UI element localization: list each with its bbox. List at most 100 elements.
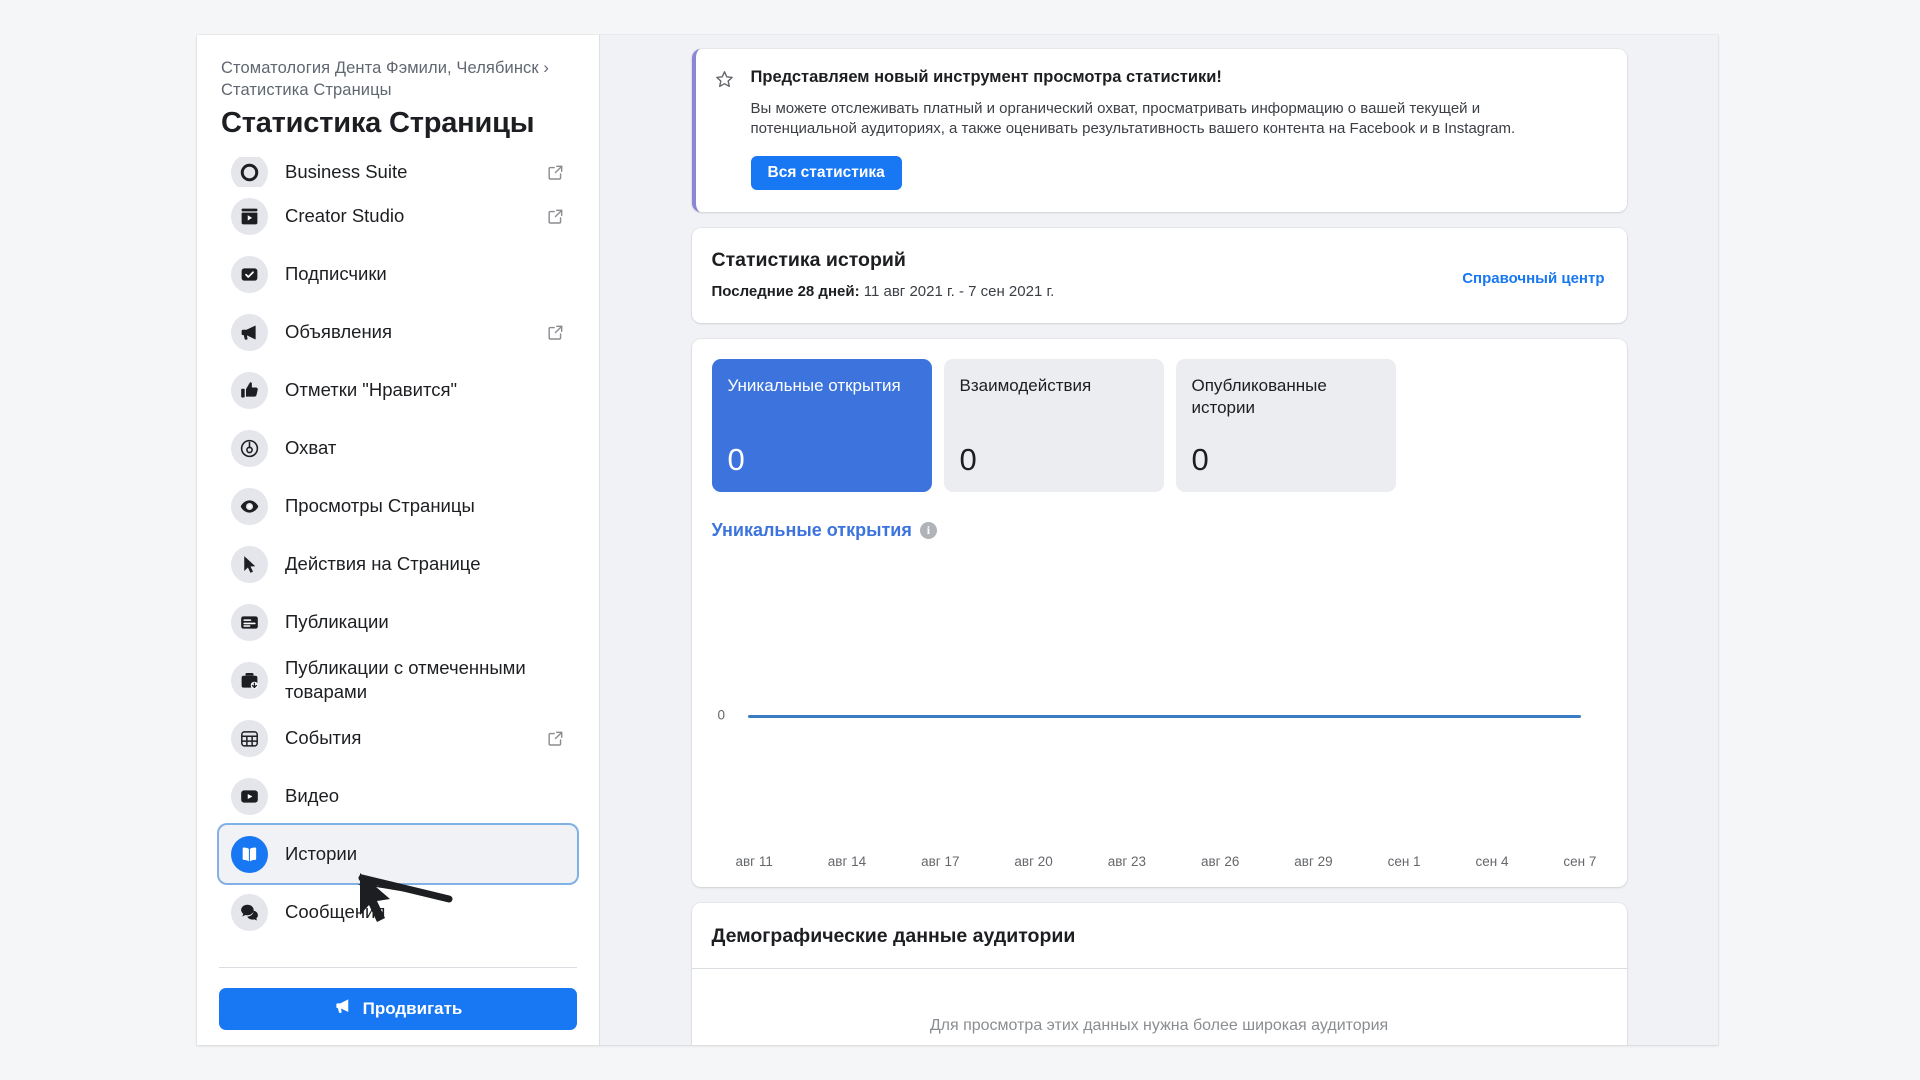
- metric-tile-label: Взаимодействия: [959, 376, 1092, 395]
- sidebar-item-14[interactable]: Сообщения: [219, 883, 577, 941]
- x-axis-tick: авг 11: [735, 854, 773, 869]
- creator-studio-icon: [231, 197, 268, 235]
- sidebar-item-11[interactable]: События: [219, 709, 577, 767]
- sidebar-item-label: Creator Studio: [285, 205, 405, 226]
- banner-body: Вы можете отслеживать платный и органиче…: [750, 100, 1516, 137]
- sidebar-item-6[interactable]: Охват: [219, 419, 577, 477]
- external-link-icon: [546, 729, 565, 748]
- sidebar-item-10[interactable]: Публикации с отмеченными товарами: [219, 651, 577, 709]
- sidebar-item-label: Действия на Странице: [285, 553, 481, 574]
- sidebar-scroll-area[interactable]: Business Suite Creator Studio Подписчики Об…: [197, 157, 599, 1045]
- metric-tiles: Уникальные открытия 0 Взаимодействия 0 Опубл…: [711, 359, 1607, 492]
- x-axis-tick: авг 20: [1014, 854, 1053, 869]
- sidebar-item-9[interactable]: Публикации: [219, 593, 577, 651]
- demographics-body: Для просмотра этих данных нужна более ши…: [692, 969, 1627, 1045]
- stories-metrics-chart-card: Уникальные открытия 0 Взаимодействия 0 Опубл…: [691, 339, 1627, 887]
- x-axis-tick: сен 1: [1387, 854, 1421, 869]
- metric-tile-2[interactable]: Взаимодействия 0: [943, 359, 1164, 492]
- y-axis-tick-0: 0: [717, 707, 726, 723]
- sidebar-item-label: Business Suite: [285, 161, 408, 182]
- sidebar-item-label: Подписчики: [285, 263, 387, 284]
- sidebar-item-4[interactable]: Объявления: [219, 303, 577, 361]
- video-play-icon: [231, 777, 268, 815]
- stories-book-icon: [231, 835, 268, 873]
- metric-tile-value: 0: [1191, 442, 1209, 477]
- external-link-icon: [546, 207, 565, 226]
- x-axis-tick: авг 14: [827, 854, 867, 869]
- sidebar-item-13[interactable]: Истории: [219, 825, 577, 883]
- demographics-header: Демографические данные аудитории: [691, 903, 1627, 969]
- promote-button-wrap: Продвигать: [197, 968, 599, 1030]
- sidebar-item-label: Объявления: [285, 321, 393, 342]
- x-axis-tick: авг 29: [1294, 854, 1333, 869]
- calendar-grid-icon: [231, 719, 268, 757]
- metric-tile-1[interactable]: Уникальные открытия 0: [711, 359, 932, 492]
- sidebar-item-2[interactable]: Creator Studio: [219, 187, 577, 245]
- thumbs-up-icon: [231, 371, 268, 409]
- ads-megaphone-icon: [231, 313, 268, 351]
- info-icon[interactable]: i: [919, 522, 937, 539]
- main-content: Представляем новый инструмент просмотра …: [600, 35, 1718, 1045]
- help-center-link[interactable]: Справочный центр: [1462, 270, 1604, 287]
- x-axis-tick: авг 23: [1107, 854, 1147, 869]
- tagged-products-icon: [231, 661, 268, 699]
- reach-radar-icon: [231, 429, 268, 467]
- sidebar: Стоматология Дента Фэмили, Челябинск › С…: [197, 35, 600, 1045]
- chart-legend-label: Уникальные открытия: [711, 520, 912, 540]
- promote-button-label: Продвигать: [362, 999, 463, 1018]
- external-link-icon: [546, 323, 565, 342]
- date-range-label: Последние 28 дней:: [711, 283, 860, 300]
- metric-tile-3[interactable]: Опубликованные истории 0: [1175, 359, 1396, 492]
- eye-icon: [231, 487, 268, 525]
- insights-promo-banner: Представляем новый инструмент просмотра …: [691, 49, 1627, 212]
- messages-bubbles-icon: [231, 893, 268, 931]
- page-frame: Стоматология Дента Фэмили, Челябинск › С…: [197, 35, 1718, 1045]
- followers-icon: [231, 255, 268, 293]
- chart-legend: Уникальные открытия i: [712, 520, 1607, 541]
- metric-tile-value: 0: [727, 442, 745, 477]
- x-axis-tick: сен 4: [1475, 854, 1509, 869]
- sidebar-item-label: Просмотры Страницы: [285, 495, 475, 516]
- sidebar-item-label: События: [285, 727, 362, 748]
- sidebar-nav-list: Business Suite Creator Studio Подписчики Об…: [197, 157, 599, 941]
- megaphone-icon: [334, 997, 353, 1021]
- star-icon: [714, 69, 735, 90]
- audience-demographics-card: Демографические данные аудитории Для про…: [691, 903, 1627, 1045]
- sidebar-item-label: Видео: [285, 785, 340, 806]
- sidebar-item-5[interactable]: Отметки "Нравится": [219, 361, 577, 419]
- demographics-empty-message: Для просмотра этих данных нужна более ши…: [929, 1017, 1389, 1034]
- sidebar-item-1[interactable]: Business Suite: [219, 157, 577, 187]
- metric-tile-label: Уникальные открытия: [727, 376, 901, 395]
- unique-opens-line-chart: 0 авг 11 авг 14 авг 17 авг 20 авг 23 авг 26 ав…: [712, 547, 1607, 870]
- sidebar-header: Стоматология Дента Фэмили, Челябинск › С…: [197, 35, 599, 145]
- breadcrumb: Стоматология Дента Фэмили, Челябинск › С…: [221, 59, 549, 99]
- business-suite-icon: [231, 157, 268, 187]
- page-title: Статистика Страницы: [221, 107, 535, 139]
- sidebar-item-3[interactable]: Подписчики: [219, 245, 577, 303]
- sidebar-item-7[interactable]: Просмотры Страницы: [219, 477, 577, 535]
- metric-tile-value: 0: [959, 442, 977, 477]
- sidebar-item-label: Публикации: [285, 611, 389, 632]
- x-axis-tick: авг 26: [1200, 854, 1240, 869]
- metric-tile-label: Опубликованные истории: [1191, 376, 1327, 417]
- demographics-title: Демографические данные аудитории: [711, 925, 1076, 947]
- external-link-icon: [546, 163, 565, 182]
- sidebar-item-label: Публикации с отмеченными товарами: [285, 657, 526, 702]
- x-axis-ticks: авг 11 авг 14 авг 17 авг 20 авг 23 авг 26 авг …: [736, 854, 1597, 869]
- posts-icon: [231, 603, 268, 641]
- sidebar-item-label: Истории: [285, 843, 358, 864]
- sidebar-item-label: Отметки "Нравится": [285, 379, 458, 400]
- banner-title: Представляем новый инструмент просмотра …: [750, 68, 1222, 86]
- all-insights-button[interactable]: Вся статистика: [750, 156, 902, 190]
- sidebar-item-8[interactable]: Действия на Странице: [219, 535, 577, 593]
- cursor-pointer-icon: [231, 545, 268, 583]
- x-axis-tick: авг 17: [921, 854, 960, 869]
- stories-insights-header-card: Статистика историй Последние 28 дней: 11…: [691, 228, 1627, 323]
- date-range-value: 11 авг 2021 г. - 7 сен 2021 г.: [863, 283, 1055, 300]
- sidebar-item-label: Охват: [285, 437, 337, 458]
- chart-series-line: [747, 715, 1581, 718]
- promote-button[interactable]: Продвигать: [219, 988, 577, 1030]
- sidebar-item-12[interactable]: Видео: [219, 767, 577, 825]
- x-axis-tick: сен 7: [1563, 854, 1597, 869]
- sidebar-item-label: Сообщения: [285, 901, 386, 922]
